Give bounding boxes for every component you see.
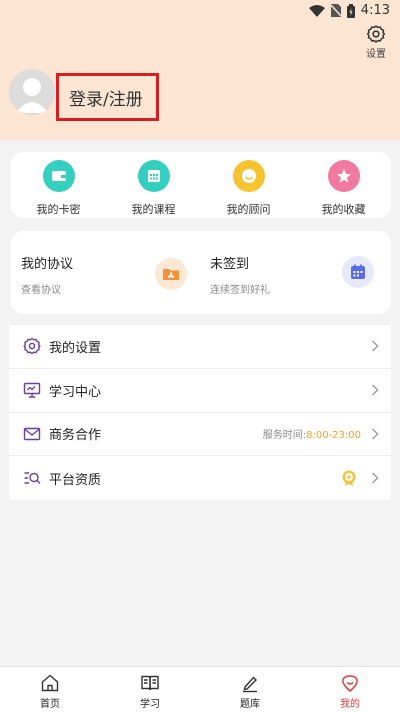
home-icon xyxy=(41,674,59,692)
login-register-label: 登录/注册 xyxy=(69,89,143,110)
wallet-icon xyxy=(42,160,75,192)
signin-subtitle: 连续签到好礼 xyxy=(210,285,270,296)
pdf-icon[interactable] xyxy=(155,258,187,290)
menu-item-label: 学习中心 xyxy=(49,384,102,400)
calendar-icon[interactable] xyxy=(342,256,374,288)
user-icon xyxy=(342,675,358,692)
tab-label: 我的 xyxy=(340,699,360,710)
settings-label: 设置 xyxy=(366,49,386,60)
tab-label: 题库 xyxy=(240,699,260,710)
status-time: 4:13 xyxy=(360,3,390,18)
service-hours-time: 8:00-23:00 xyxy=(306,430,361,442)
service-hours-prefix: 服务时间: xyxy=(262,430,307,442)
user-avatar-icon xyxy=(16,78,48,113)
quick-item-my-advisor[interactable]: 我的顾问 xyxy=(214,160,284,218)
service-hours: 服务时间:8:00-23:00 xyxy=(263,426,361,441)
tab-study[interactable]: 学习 xyxy=(100,667,200,712)
tab-label: 学习 xyxy=(140,699,160,710)
no-sim-icon xyxy=(330,4,341,17)
avatar[interactable] xyxy=(9,69,55,115)
menu-item-my-settings[interactable]: 我的设置 xyxy=(9,325,391,369)
edit-icon xyxy=(243,676,257,693)
settings-button[interactable]: 设置 xyxy=(362,24,390,60)
settings-menu: 我的设置 学习中心 商务合作 服务时间:8:00-23:00 平台资质 xyxy=(9,325,391,500)
search-list-icon xyxy=(24,472,41,485)
tab-question-bank[interactable]: 题库 xyxy=(200,667,300,712)
agreement-subtitle: 查看协议 xyxy=(21,285,61,296)
chevron-right-icon xyxy=(372,428,379,440)
battery-icon xyxy=(346,3,355,18)
chevron-right-icon xyxy=(372,472,379,484)
award-icon xyxy=(342,470,356,487)
quick-item-label: 我的收藏 xyxy=(321,203,366,216)
menu-item-label: 平台资质 xyxy=(49,472,102,488)
mail-icon xyxy=(23,427,41,441)
chevron-right-icon xyxy=(372,384,379,396)
menu-item-label: 商务合作 xyxy=(49,428,102,444)
profile-header: 4:13 设置 登录/注册 xyxy=(0,0,400,140)
star-icon xyxy=(327,160,360,192)
wifi-icon xyxy=(308,4,325,17)
chevron-right-icon xyxy=(372,340,379,352)
daily-signin[interactable]: 未签到 连续签到好礼 xyxy=(210,253,270,296)
status-bar: 4:13 xyxy=(0,0,400,24)
monitor-icon xyxy=(23,382,41,398)
agreement-signin-card: 我的协议 查看协议 未签到 连续签到好礼 xyxy=(11,231,391,314)
quick-item-my-courses[interactable]: 我的课程 xyxy=(119,160,189,218)
gear-icon xyxy=(23,338,41,355)
quick-item-my-favorites[interactable]: 我的收藏 xyxy=(309,160,379,218)
tab-mine[interactable]: 我的 xyxy=(300,667,400,712)
quick-item-label: 我的课程 xyxy=(131,203,176,216)
menu-item-label: 我的设置 xyxy=(49,340,102,356)
book-icon xyxy=(141,675,159,691)
login-register-button[interactable]: 登录/注册 xyxy=(56,73,159,121)
quick-item-my-cards[interactable]: 我的卡密 xyxy=(24,160,94,218)
tab-home[interactable]: 首页 xyxy=(0,667,100,712)
quick-item-label: 我的顾问 xyxy=(226,203,271,216)
tab-label: 首页 xyxy=(40,699,60,710)
bottom-tab-bar: 首页 学习 题库 我的 xyxy=(0,666,400,712)
menu-item-business-cooperation[interactable]: 商务合作 服务时间:8:00-23:00 xyxy=(9,413,391,457)
menu-item-learning-center[interactable]: 学习中心 xyxy=(9,369,391,413)
smile-icon xyxy=(232,160,265,192)
gear-icon xyxy=(366,25,386,43)
signin-title: 未签到 xyxy=(210,257,250,272)
quick-links-card: 我的卡密 我的课程 我的顾问 我的收藏 xyxy=(11,152,391,218)
agreement-title: 我的协议 xyxy=(21,257,74,272)
my-agreement[interactable]: 我的协议 查看协议 xyxy=(21,253,73,296)
menu-item-platform-qualification[interactable]: 平台资质 xyxy=(9,456,391,500)
calendar-icon xyxy=(137,160,170,192)
quick-item-label: 我的卡密 xyxy=(36,203,81,216)
